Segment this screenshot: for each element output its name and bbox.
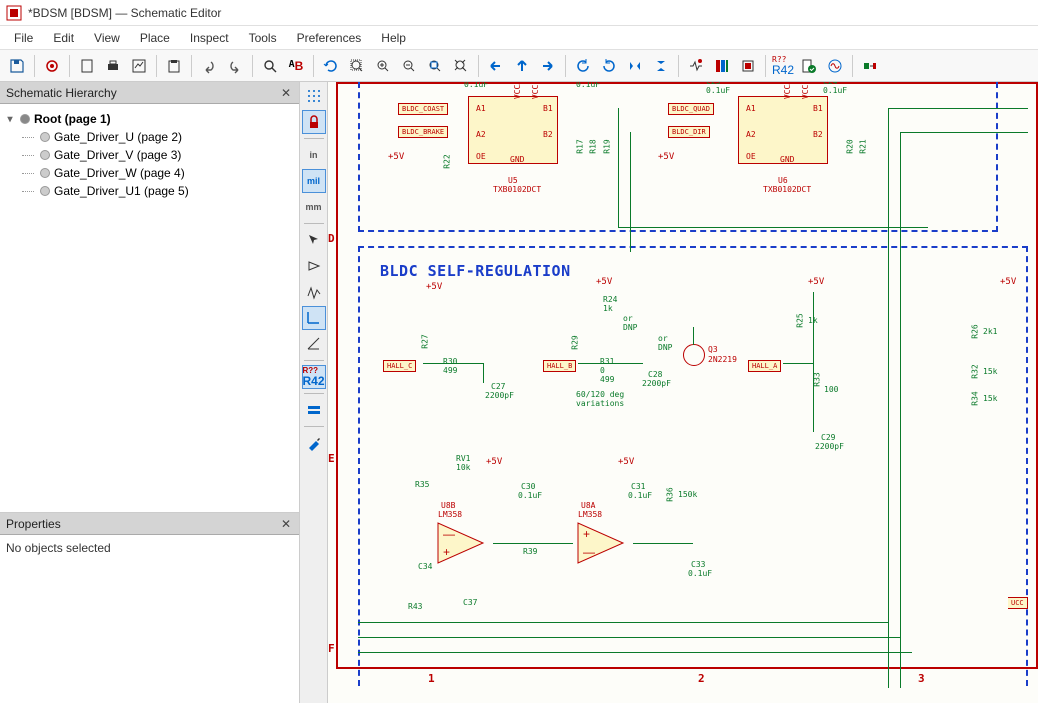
hierarchy-panel: Schematic Hierarchy ✕ ▾ Root (page 1) Ga… <box>0 82 299 512</box>
browse-libs-button[interactable] <box>710 54 734 78</box>
menu-help[interactable]: Help <box>371 27 416 49</box>
settings-button[interactable] <box>40 54 64 78</box>
properties-body: No objects selected <box>0 535 299 703</box>
menu-place[interactable]: Place <box>130 27 180 49</box>
svg-text:—: — <box>583 545 595 559</box>
zoom-out-button[interactable] <box>397 54 421 78</box>
properties-header: Properties ✕ <box>0 513 299 535</box>
mirror-v-button[interactable] <box>649 54 673 78</box>
window-title: *BDSM [BDSM] — Schematic Editor <box>28 6 221 20</box>
tree-toggle-icon[interactable]: ▾ <box>4 114 16 125</box>
svg-text:—: — <box>443 527 455 541</box>
left-column: Schematic Hierarchy ✕ ▾ Root (page 1) Ga… <box>0 82 300 703</box>
menu-file[interactable]: File <box>4 27 43 49</box>
properties-panel: Properties ✕ No objects selected <box>0 512 299 703</box>
app-icon <box>6 5 22 21</box>
assign-footprints-button[interactable] <box>858 54 882 78</box>
refresh-button[interactable] <box>319 54 343 78</box>
units-mm-button[interactable]: mm <box>302 195 326 219</box>
plot-button[interactable] <box>127 54 151 78</box>
svg-text:+: + <box>443 545 450 559</box>
nav-back-button[interactable] <box>484 54 508 78</box>
tree-item[interactable]: Gate_Driver_W (page 4) <box>22 164 295 182</box>
zoom-fit-button[interactable] <box>345 54 369 78</box>
svg-text:+: + <box>583 527 590 541</box>
tool-palette: in mil mm R??R42 <box>300 82 328 703</box>
sheet-dot-icon <box>40 150 50 160</box>
zoom-all-button[interactable] <box>449 54 473 78</box>
titlebar: *BDSM [BDSM] — Schematic Editor <box>0 0 1038 26</box>
axis-button[interactable] <box>302 332 326 356</box>
sheet-dot-icon <box>20 114 30 124</box>
origin-button[interactable] <box>302 306 326 330</box>
save-button[interactable] <box>5 54 29 78</box>
main-area: Schematic Hierarchy ✕ ▾ Root (page 1) Ga… <box>0 82 1038 703</box>
sheet-dot-icon <box>40 132 50 142</box>
zoom-selection-button[interactable] <box>423 54 447 78</box>
units-mil-button[interactable]: mil <box>302 169 326 193</box>
units-in-button[interactable]: in <box>302 143 326 167</box>
page-settings-button[interactable] <box>75 54 99 78</box>
toolbar: AB R??R42 <box>0 50 1038 82</box>
rotate-ccw-button[interactable] <box>571 54 595 78</box>
mirror-h-button[interactable] <box>623 54 647 78</box>
replace-button[interactable]: AB <box>284 54 308 78</box>
grid-dots-button[interactable] <box>302 84 326 108</box>
nav-forward-button[interactable] <box>536 54 560 78</box>
annotate-button[interactable]: R??R42 <box>771 54 795 78</box>
tree-item-label: Gate_Driver_U1 (page 5) <box>54 184 189 198</box>
tree-item[interactable]: Gate_Driver_U1 (page 5) <box>22 182 295 200</box>
hierarchy-body[interactable]: ▾ Root (page 1) Gate_Driver_U (page 2) G… <box>0 104 299 512</box>
sheet-dot-icon <box>40 168 50 178</box>
hierarchy-close-button[interactable]: ✕ <box>279 86 293 100</box>
section-title: BLDC SELF-REGULATION <box>380 262 571 280</box>
hierarchy-header: Schematic Hierarchy ✕ <box>0 82 299 104</box>
properties-title: Properties <box>6 517 61 531</box>
properties-close-button[interactable]: ✕ <box>279 517 293 531</box>
print-button[interactable] <box>101 54 125 78</box>
paste-button[interactable] <box>162 54 186 78</box>
undo-button[interactable] <box>197 54 221 78</box>
hierarchy-title: Schematic Hierarchy <box>6 86 117 100</box>
menu-preferences[interactable]: Preferences <box>287 27 372 49</box>
tree-root[interactable]: ▾ Root (page 1) <box>4 110 295 128</box>
waveform-button[interactable] <box>302 280 326 304</box>
symbol-editor-button[interactable] <box>684 54 708 78</box>
grid-lock-button[interactable] <box>302 110 326 134</box>
refdes-button[interactable]: R??R42 <box>302 365 326 389</box>
menu-view[interactable]: View <box>84 27 130 49</box>
tree-item-label: Gate_Driver_W (page 4) <box>54 166 185 180</box>
simulator-button[interactable] <box>823 54 847 78</box>
schematic-canvas[interactable]: D E F 1 2 3 BLDC SELF-REGULATION A1 B1 A… <box>328 82 1038 703</box>
tree-item-label: Gate_Driver_U (page 2) <box>54 130 182 144</box>
hierarchy-button[interactable] <box>302 398 326 422</box>
tree-root-label: Root (page 1) <box>34 112 111 126</box>
cursor-button[interactable] <box>302 228 326 252</box>
zoom-in-button[interactable] <box>371 54 395 78</box>
menu-inspect[interactable]: Inspect <box>180 27 239 49</box>
tree-item[interactable]: Gate_Driver_V (page 3) <box>22 146 295 164</box>
preferences-button[interactable] <box>302 431 326 455</box>
sheet-dot-icon <box>40 186 50 196</box>
nav-up-button[interactable] <box>510 54 534 78</box>
footprint-editor-button[interactable] <box>736 54 760 78</box>
menubar: File Edit View Place Inspect Tools Prefe… <box>0 26 1038 50</box>
rotate-cw-button[interactable] <box>597 54 621 78</box>
redo-button[interactable] <box>223 54 247 78</box>
schematic-drawing: D E F 1 2 3 BLDC SELF-REGULATION A1 B1 A… <box>328 82 1038 703</box>
tree-item-label: Gate_Driver_V (page 3) <box>54 148 181 162</box>
erc-button[interactable] <box>797 54 821 78</box>
find-button[interactable] <box>258 54 282 78</box>
menu-edit[interactable]: Edit <box>43 27 84 49</box>
opamp-tool-button[interactable] <box>302 254 326 278</box>
menu-tools[interactable]: Tools <box>239 27 287 49</box>
tree-item[interactable]: Gate_Driver_U (page 2) <box>22 128 295 146</box>
